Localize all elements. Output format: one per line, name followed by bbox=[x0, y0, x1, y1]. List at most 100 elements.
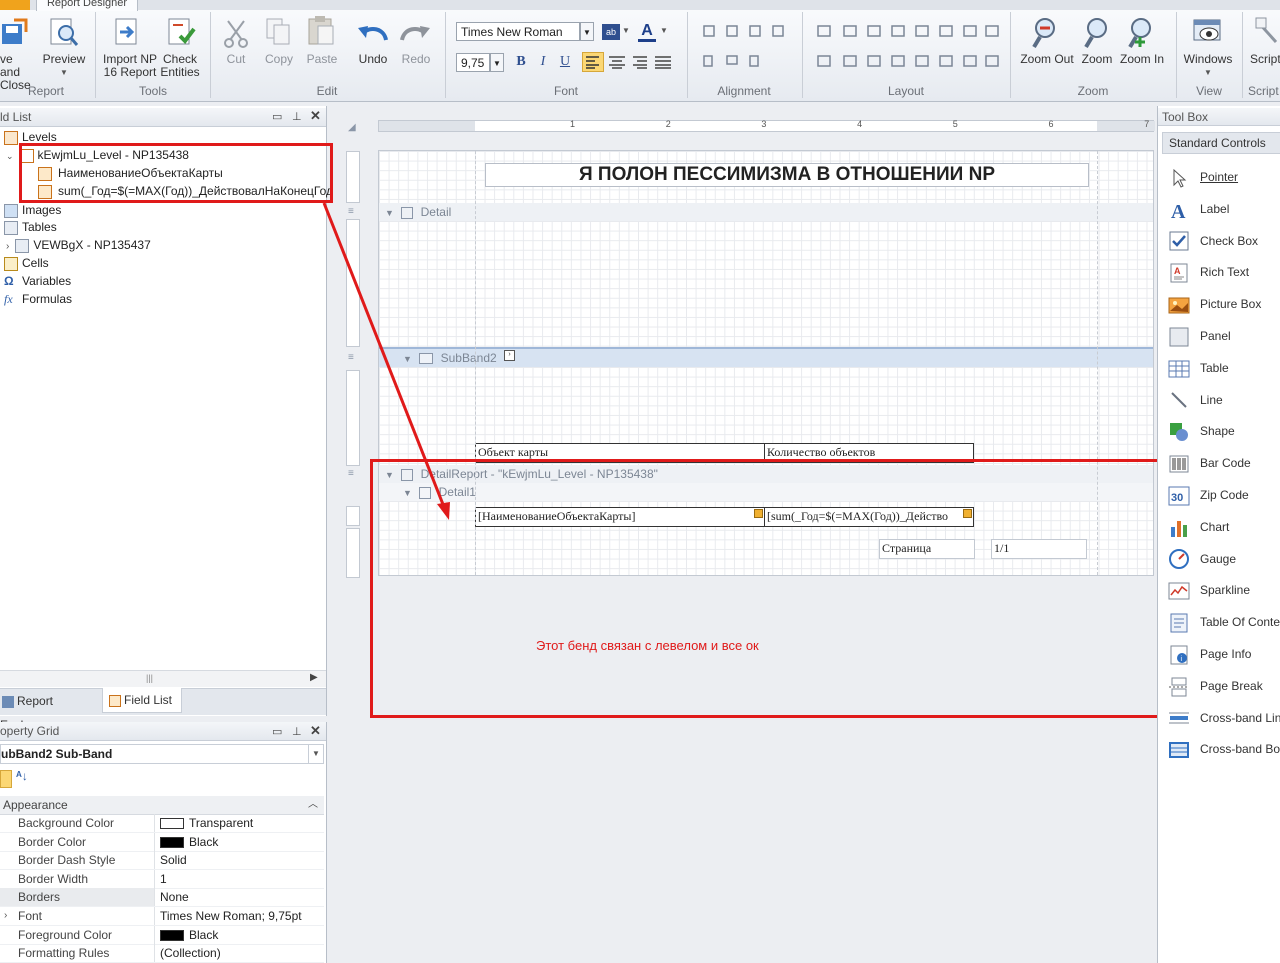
report-title-label[interactable]: Я ПОЛОН ПЕССИМИЗМА В ОТНОШЕНИИ NP bbox=[485, 163, 1089, 187]
detail-band-header[interactable]: ▼ Detail bbox=[379, 203, 1153, 221]
property-value[interactable]: Black bbox=[160, 833, 218, 851]
background-color-dropdown-icon[interactable]: ▼ bbox=[622, 26, 630, 35]
smart-tag-icon[interactable]: › bbox=[504, 350, 516, 361]
tree-item-images[interactable]: Images bbox=[4, 201, 61, 219]
pane-minimize-icon[interactable]: ▭ bbox=[272, 725, 282, 738]
tree-item-field-name[interactable]: НаименованиеОбъектаКарты bbox=[38, 164, 223, 182]
band-handle-icon[interactable]: ≡ bbox=[348, 468, 354, 479]
page-info-cell[interactable]: 1/1 bbox=[991, 539, 1087, 559]
toolbox-item[interactable]: A Label bbox=[1168, 196, 1280, 222]
collapse-band-icon[interactable]: ▼ bbox=[403, 354, 412, 364]
undo-button[interactable]: Undo bbox=[354, 53, 392, 66]
property-value[interactable]: (Collection) bbox=[160, 944, 221, 962]
tab-report-designer[interactable]: Report Designer bbox=[36, 0, 138, 11]
smart-tag-icon[interactable] bbox=[963, 509, 972, 518]
preview-button[interactable]: Preview ▼ bbox=[40, 53, 88, 79]
toolbox-item[interactable]: A Rich Text bbox=[1168, 259, 1280, 285]
cut-button[interactable]: Cut bbox=[218, 53, 254, 66]
toolbox-item[interactable]: Gauge bbox=[1168, 546, 1280, 572]
toolbox-section-standard[interactable]: Standard Controls bbox=[1162, 132, 1280, 154]
toolbox-item[interactable]: Picture Box bbox=[1168, 291, 1280, 317]
header-cell-object[interactable]: Объект карты bbox=[475, 443, 765, 463]
foreground-color-icon[interactable]: A bbox=[638, 22, 656, 42]
pane-minimize-icon[interactable]: ▭ bbox=[272, 110, 282, 123]
copy-button[interactable]: Copy bbox=[260, 53, 298, 66]
zoom-button[interactable]: Zoom bbox=[1078, 53, 1116, 66]
application-menu-button[interactable] bbox=[0, 0, 30, 10]
property-value[interactable]: Solid bbox=[160, 851, 187, 869]
toolbox-item[interactable]: i Page Info bbox=[1168, 641, 1280, 667]
toolbox-item[interactable]: Shape bbox=[1168, 418, 1280, 444]
data-cell-object-name[interactable]: [НаименованиеОбъектаКарты] bbox=[475, 507, 765, 527]
tree-item-level-node[interactable]: ⌄ kEwjmLu_Level - NP135438 bbox=[6, 146, 189, 164]
tab-field-list[interactable]: Field List bbox=[102, 688, 182, 713]
collapse-chevron-icon[interactable]: ⌄ bbox=[6, 151, 14, 161]
font-size-combo[interactable]: 9,75 bbox=[456, 53, 490, 72]
font-name-dropdown-icon[interactable]: ▼ bbox=[580, 22, 594, 41]
import-np16-report-button[interactable]: Import NP 16 Report bbox=[102, 53, 158, 79]
bold-button[interactable]: B bbox=[512, 53, 530, 71]
selected-object-dropdown-icon[interactable]: ▼ bbox=[308, 745, 323, 763]
data-cell-sum[interactable]: [sum(_Год=$(=MAX(Год))_Действо bbox=[764, 507, 974, 527]
toolbox-item[interactable]: Page Break bbox=[1168, 673, 1280, 699]
alphabetical-sort-icon[interactable]: ᴬ↓ bbox=[16, 769, 28, 783]
property-value[interactable]: 1 bbox=[160, 870, 167, 888]
scripts-button[interactable]: Scripts bbox=[1250, 53, 1280, 66]
collapse-band-icon[interactable]: ▼ bbox=[385, 470, 394, 480]
detail-band[interactable] bbox=[379, 221, 1153, 347]
tree-item-formulas[interactable]: fx Formulas bbox=[4, 290, 72, 308]
property-row[interactable]: Border Dash Style Solid bbox=[0, 851, 324, 871]
horizontal-scrollbar[interactable]: ||| ▶ bbox=[0, 670, 326, 687]
redo-button[interactable]: Redo bbox=[396, 53, 436, 66]
band-handle-icon[interactable]: ≡ bbox=[348, 206, 354, 217]
pane-close-icon[interactable]: ✕ bbox=[310, 108, 321, 124]
expand-chevron-icon[interactable]: › bbox=[4, 907, 7, 925]
toolbox-item[interactable]: Table Of Conten bbox=[1168, 609, 1280, 635]
property-row[interactable]: Font › Times New Roman; 9,75pt bbox=[0, 907, 324, 926]
detail1-band-header[interactable]: ▼ Detail1 bbox=[379, 483, 1153, 501]
property-value[interactable]: None bbox=[160, 888, 189, 906]
toolbox-item[interactable]: Check Box bbox=[1168, 228, 1280, 254]
underline-button[interactable]: U bbox=[556, 53, 574, 71]
expand-chevron-icon[interactable]: › bbox=[6, 241, 9, 252]
property-row[interactable]: Formatting Rules (Collection) bbox=[0, 944, 324, 963]
paste-button[interactable]: Paste bbox=[302, 53, 342, 66]
tree-item-variables[interactable]: Ω Variables bbox=[4, 272, 71, 290]
windows-button[interactable]: Windows ▼ bbox=[1180, 53, 1236, 79]
ruler-corner-icon[interactable]: ◢ bbox=[348, 122, 356, 133]
zoom-in-button[interactable]: Zoom In bbox=[1120, 53, 1164, 66]
pane-pin-icon[interactable]: ⊥ bbox=[292, 110, 302, 123]
tree-item-table-node[interactable]: › VEWBgX - NP135437 bbox=[6, 236, 151, 254]
categorized-view-icon[interactable] bbox=[0, 770, 12, 788]
toolbox-item[interactable]: Panel bbox=[1168, 323, 1280, 349]
italic-button[interactable]: I bbox=[534, 53, 552, 71]
font-name-combo[interactable]: Times New Roman bbox=[456, 22, 580, 41]
tree-item-cells[interactable]: Cells bbox=[4, 254, 49, 272]
collapse-category-icon[interactable]: ︿ bbox=[308, 796, 318, 814]
tab-report-explorer[interactable]: Report Explorer bbox=[0, 689, 100, 732]
property-row[interactable]: Border Width 1 bbox=[0, 869, 324, 889]
property-value[interactable]: Times New Roman; 9,75pt bbox=[160, 907, 302, 925]
property-value[interactable]: Black bbox=[160, 926, 218, 944]
toolbox-item[interactable]: Pointer bbox=[1168, 164, 1280, 190]
detail-report-band-header[interactable]: ▼ DetailReport - "kEwjmLu_Level - NP1354… bbox=[379, 465, 1153, 483]
property-value[interactable]: Transparent bbox=[160, 814, 253, 832]
toolbox-item[interactable]: 30 Zip Code bbox=[1168, 482, 1280, 508]
subband-header[interactable]: ▼ SubBand2 › bbox=[379, 347, 1153, 367]
align-left-button[interactable] bbox=[582, 52, 604, 72]
justify-button[interactable] bbox=[653, 53, 673, 71]
toolbox-item[interactable]: Cross-band Line bbox=[1168, 705, 1280, 731]
foreground-color-dropdown-icon[interactable]: ▼ bbox=[660, 26, 668, 35]
page-label-cell[interactable]: Страница bbox=[879, 539, 975, 559]
toolbox-item[interactable]: Table bbox=[1168, 355, 1280, 381]
smart-tag-icon[interactable] bbox=[754, 509, 763, 518]
background-color-icon[interactable]: ab bbox=[602, 24, 620, 40]
toolbox-item[interactable]: Line bbox=[1168, 387, 1280, 413]
selected-object-combo[interactable]: ubBand2 Sub-Band ▼ bbox=[0, 744, 324, 764]
pane-close-icon[interactable]: ✕ bbox=[310, 723, 321, 739]
tree-item-levels[interactable]: Levels bbox=[4, 128, 57, 146]
scroll-right-icon[interactable]: ▶ bbox=[310, 672, 318, 683]
tree-item-field-sum[interactable]: sum(_Год=$(=MAX(Год))_ДействовалНаКонецГ… bbox=[38, 182, 344, 200]
property-row[interactable]: Borders None bbox=[0, 888, 324, 908]
toolbox-item[interactable]: Chart bbox=[1168, 514, 1280, 540]
